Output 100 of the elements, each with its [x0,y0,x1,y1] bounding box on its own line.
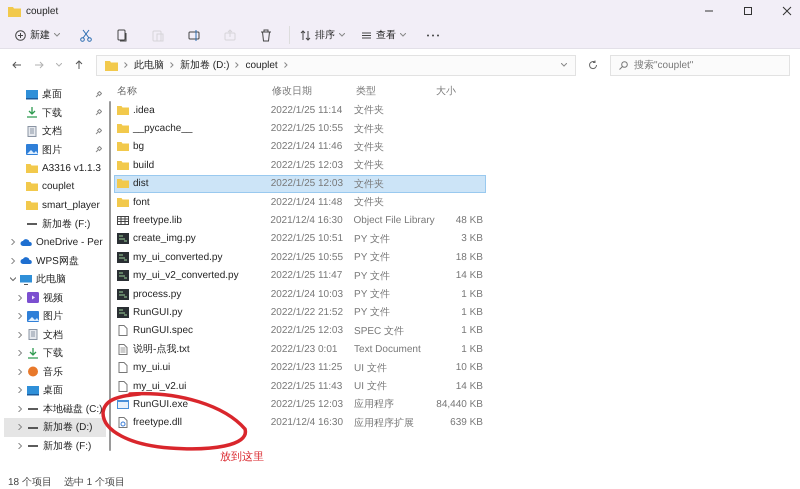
annotation-text: 放到这里 [220,450,264,464]
chevron-icon[interactable] [17,406,23,412]
file-icon [117,325,129,336]
breadcrumb[interactable]: couplet [245,60,278,70]
sidebar-item[interactable]: 此电脑 [4,270,106,288]
sidebar-item[interactable]: WPS网盘 [4,252,106,270]
file-row[interactable]: process.py 2022/1/24 10:03 PY 文件 1 KB [114,284,486,304]
file-row[interactable]: dist 2022/1/25 12:03 文件夹 [114,174,486,193]
sidebar-item[interactable]: 本地磁盘 (C:) [4,400,106,418]
sidebar-item[interactable]: OneDrive - Per [4,233,106,252]
caret-icon [54,33,60,37]
folder-icon [117,141,129,152]
item-count: 18 个项目 [8,476,52,488]
file-row[interactable]: create_img.py 2022/1/25 10:51 PY 文件 3 KB [114,230,486,248]
file-icon [117,380,129,392]
sidebar-item[interactable]: 桌面 [4,85,106,104]
file-row[interactable]: __pycache__ 2022/1/25 10:55 文件夹 [114,119,486,138]
forward-icon[interactable] [34,60,44,70]
address-bar[interactable]: 此电脑 新加卷 (D:) couplet [96,54,576,76]
music-icon [27,366,39,378]
file-row[interactable]: font 2022/1/24 11:48 文件夹 [114,192,486,212]
file-row[interactable]: my_ui_v2_converted.py 2022/1/25 11:47 PY 文件 14 KB [114,266,486,285]
file-icon [117,398,129,410]
chevron-icon[interactable] [17,442,23,449]
chevron-icon[interactable] [17,294,23,301]
chevron-icon[interactable] [17,350,23,356]
chevron-icon[interactable] [10,258,16,264]
chevron-icon[interactable] [17,368,23,375]
file-icon [117,362,129,374]
chevron-icon[interactable] [17,332,23,338]
maximize-icon[interactable] [743,6,753,16]
sidebar-item[interactable]: 文档 [4,326,106,344]
sidebar-item[interactable]: 文档 [4,122,106,140]
file-row[interactable]: freetype.dll 2021/12/4 16:30 应用程序扩展 639 KB [114,414,486,432]
toolbar-button[interactable]: 排序 [289,26,348,44]
trash-icon [260,28,272,42]
chevron-icon[interactable] [17,424,23,430]
pin-icon[interactable] [95,109,102,116]
sidebar-item[interactable]: 桌面 [4,381,106,400]
chevron-right-icon[interactable] [170,62,174,68]
chevron-right-icon[interactable] [235,62,240,68]
chevron-icon[interactable] [10,239,16,246]
file-row[interactable]: RunGUI.py 2022/1/22 21:52 PY 文件 1 KB [114,303,486,322]
file-row[interactable]: bg 2022/1/24 11:46 文件夹 [114,138,486,156]
chevron-down-icon[interactable] [561,63,567,67]
scrollbar[interactable] [109,101,111,451]
file-row[interactable]: my_ui_v2.ui 2022/1/25 11:43 UI 文件 14 KB [114,376,486,396]
chevron-right-icon[interactable] [124,62,128,68]
column-header[interactable]: 大小 [436,84,470,98]
column-header[interactable]: 类型 [356,84,436,98]
sidebar-item[interactable]: 音乐 [4,362,106,381]
sidebar-item[interactable]: 视频 [4,288,106,307]
sidebar-item[interactable]: 新加卷 (D:) [4,418,106,436]
caret-icon [339,33,345,37]
close-icon[interactable] [782,6,792,16]
file-icon [117,306,129,318]
folder-icon [117,123,129,134]
file-icon [117,252,129,263]
chevron-icon[interactable] [17,387,23,394]
file-row[interactable]: freetype.lib 2021/12/4 16:30 Object File Library 48 KB [114,211,486,230]
chevron-down-icon[interactable] [56,63,62,67]
pin-icon[interactable] [95,128,102,135]
pin-icon[interactable] [95,90,102,98]
sidebar-item[interactable]: 图片 [4,140,106,159]
chevron-right-icon[interactable] [284,62,288,68]
cloud-icon [20,236,32,248]
scissors-icon [80,28,92,42]
file-row[interactable]: RunGUI.exe 2022/1/25 12:03 应用程序 84,440 KB [114,395,486,414]
file-row[interactable]: .idea 2022/1/25 11:14 文件夹 [114,101,486,120]
breadcrumb[interactable]: 新加卷 (D:) [180,58,230,72]
back-icon[interactable] [12,60,22,70]
sidebar-item[interactable]: couplet [4,178,106,196]
chevron-icon[interactable] [17,313,23,320]
toolbar-button[interactable]: 查看 [358,26,409,44]
file-row[interactable]: my_ui_converted.py 2022/1/25 10:55 PY 文件 18 KB [114,248,486,267]
file-row[interactable]: RunGUI.spec 2022/1/25 12:03 SPEC 文件 1 KB [114,322,486,340]
refresh-icon[interactable] [588,60,598,70]
file-row[interactable]: my_ui.ui 2022/1/23 11:25 UI 文件 10 KB [114,358,486,377]
folder-icon [117,196,129,208]
up-arrow-icon[interactable] [74,60,84,70]
search-field[interactable]: 搜索"couplet" [610,54,790,76]
toolbar-button[interactable]: 新建 [12,26,63,44]
column-header[interactable]: 修改日期 [272,84,356,98]
sidebar-item[interactable]: 图片 [4,307,106,326]
file-icon [117,288,129,300]
file-row[interactable]: build 2022/1/25 12:03 文件夹 [114,156,486,175]
pin-icon[interactable] [95,146,102,154]
column-header[interactable]: 名称 [114,84,272,98]
breadcrumb[interactable]: 此电脑 [134,58,164,72]
folder-icon [117,160,129,171]
rename-icon [188,28,200,42]
sidebar-item[interactable]: 新加卷 (F:) [4,436,106,455]
sidebar-item[interactable]: A3316 v1.1.3 [4,159,106,178]
sidebar-item[interactable]: 下载 [4,104,106,122]
chevron-icon[interactable] [10,276,16,282]
file-row[interactable]: 说明-点我.txt 2022/1/23 0:01 Text Document 1 KB [114,340,486,358]
sidebar-item[interactable]: 下载 [4,344,106,362]
folder-icon [26,162,38,174]
sidebar-item[interactable]: 新加卷 (F:) [4,214,106,233]
sidebar-item[interactable]: smart_player [4,196,106,214]
